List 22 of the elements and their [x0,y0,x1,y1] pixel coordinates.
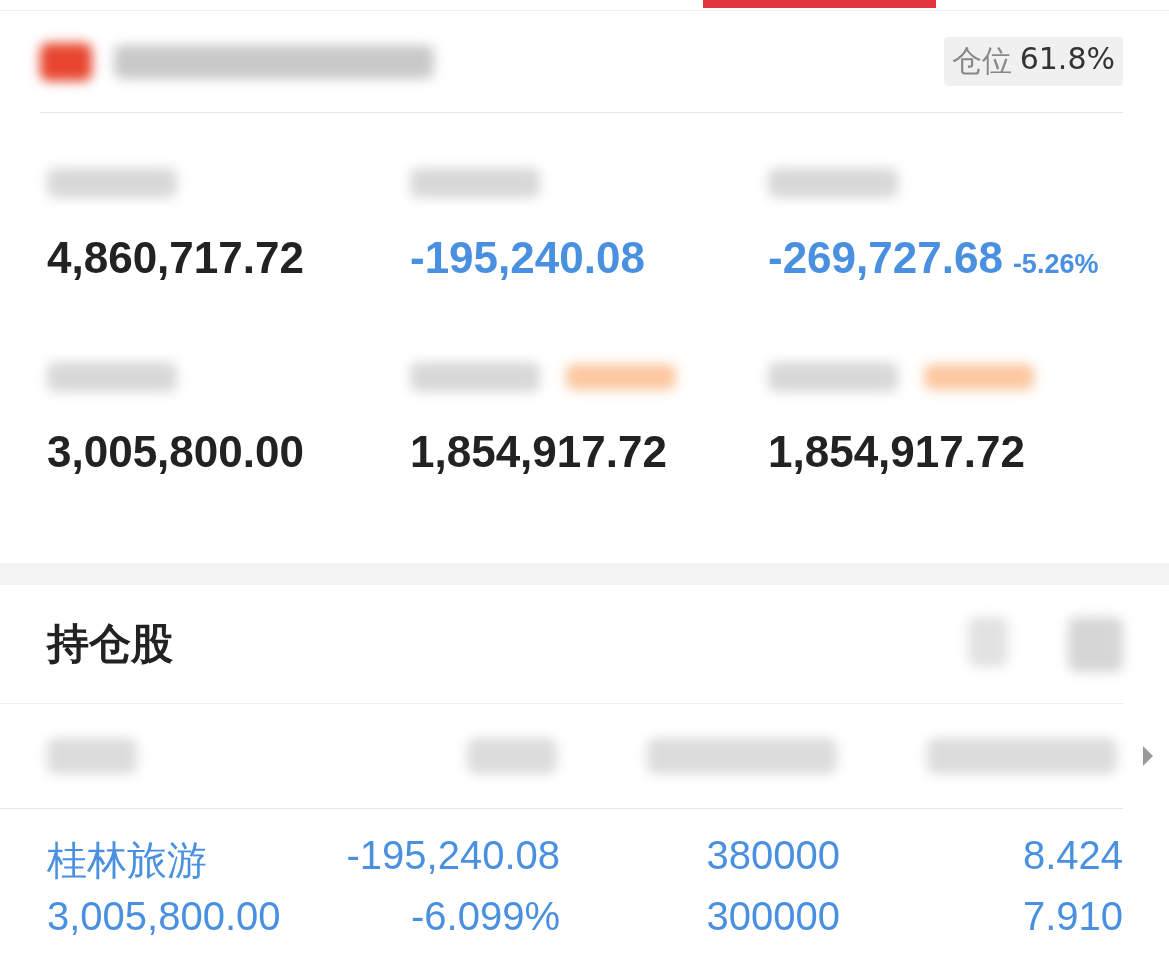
amount-value: -195,240.08 [410,233,645,283]
redacted-icon[interactable] [1068,616,1123,672]
account-icon [40,42,92,81]
position-label: 仓位 [951,42,1012,80]
current-price: 7.910 [1021,894,1123,939]
amount-value: -269,727.68 [768,233,1003,283]
amount-value: 1,854,917.72 [768,427,1025,477]
pnl-value: -195,240.08 [345,833,560,879]
amount-value: 4,860,717.72 [47,233,304,283]
cost-price: 8.424 [1021,833,1123,879]
pnl-percent: -6.099% [410,894,560,939]
market-value: 3,005,800.00 [47,894,282,939]
amount-value: 1,854,917.72 [410,427,667,477]
section-title: 持仓股 [47,618,173,670]
caret-icon[interactable] [1143,746,1153,766]
position-quantity: 380000 [705,833,840,879]
position-value: 61.8% [1019,41,1115,78]
stock-name: 桂林旅游 [47,837,208,884]
redacted-icon[interactable] [968,616,1008,667]
available-quantity: 300000 [705,894,840,939]
amount-value: 3,005,800.00 [47,427,304,477]
percent-value: -5.26% [1012,249,1099,280]
